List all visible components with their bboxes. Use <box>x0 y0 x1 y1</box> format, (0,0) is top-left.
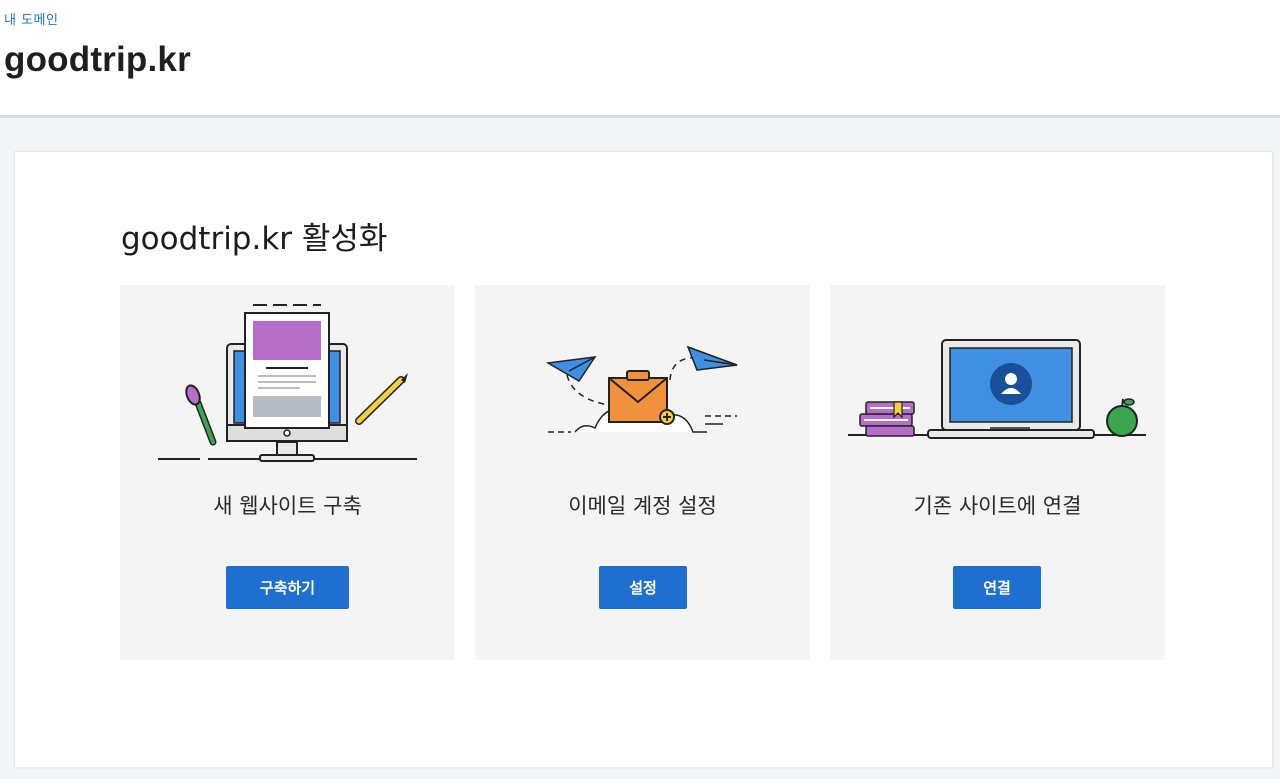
build-button[interactable]: 구축하기 <box>226 566 349 609</box>
website-builder-illustration <box>158 304 417 462</box>
top-header: 내 도메인 goodtrip.kr <box>0 0 1280 118</box>
page-title: goodtrip.kr <box>4 40 191 79</box>
setup-button[interactable]: 설정 <box>599 566 687 609</box>
card-build-website: 새 웹사이트 구축 구축하기 <box>120 285 455 660</box>
breadcrumb-my-domains[interactable]: 내 도메인 <box>4 9 58 28</box>
section-title: goodtrip.kr 활성화 <box>121 221 388 257</box>
card-connect-site: 기존 사이트에 연결 연결 <box>830 285 1165 660</box>
main-panel: goodtrip.kr 활성화 새 웹사이트 구축 구축하기 이메일 계정 설정… <box>14 151 1273 768</box>
card-email-setup: 이메일 계정 설정 설정 <box>475 285 810 660</box>
card-label-connect: 기존 사이트에 연결 <box>913 494 1082 518</box>
card-label-build: 새 웹사이트 구축 <box>213 494 362 518</box>
email-setup-illustration <box>545 345 738 433</box>
connect-site-illustration <box>848 339 1146 439</box>
card-label-email: 이메일 계정 설정 <box>568 494 717 518</box>
connect-button[interactable]: 연결 <box>953 566 1041 609</box>
